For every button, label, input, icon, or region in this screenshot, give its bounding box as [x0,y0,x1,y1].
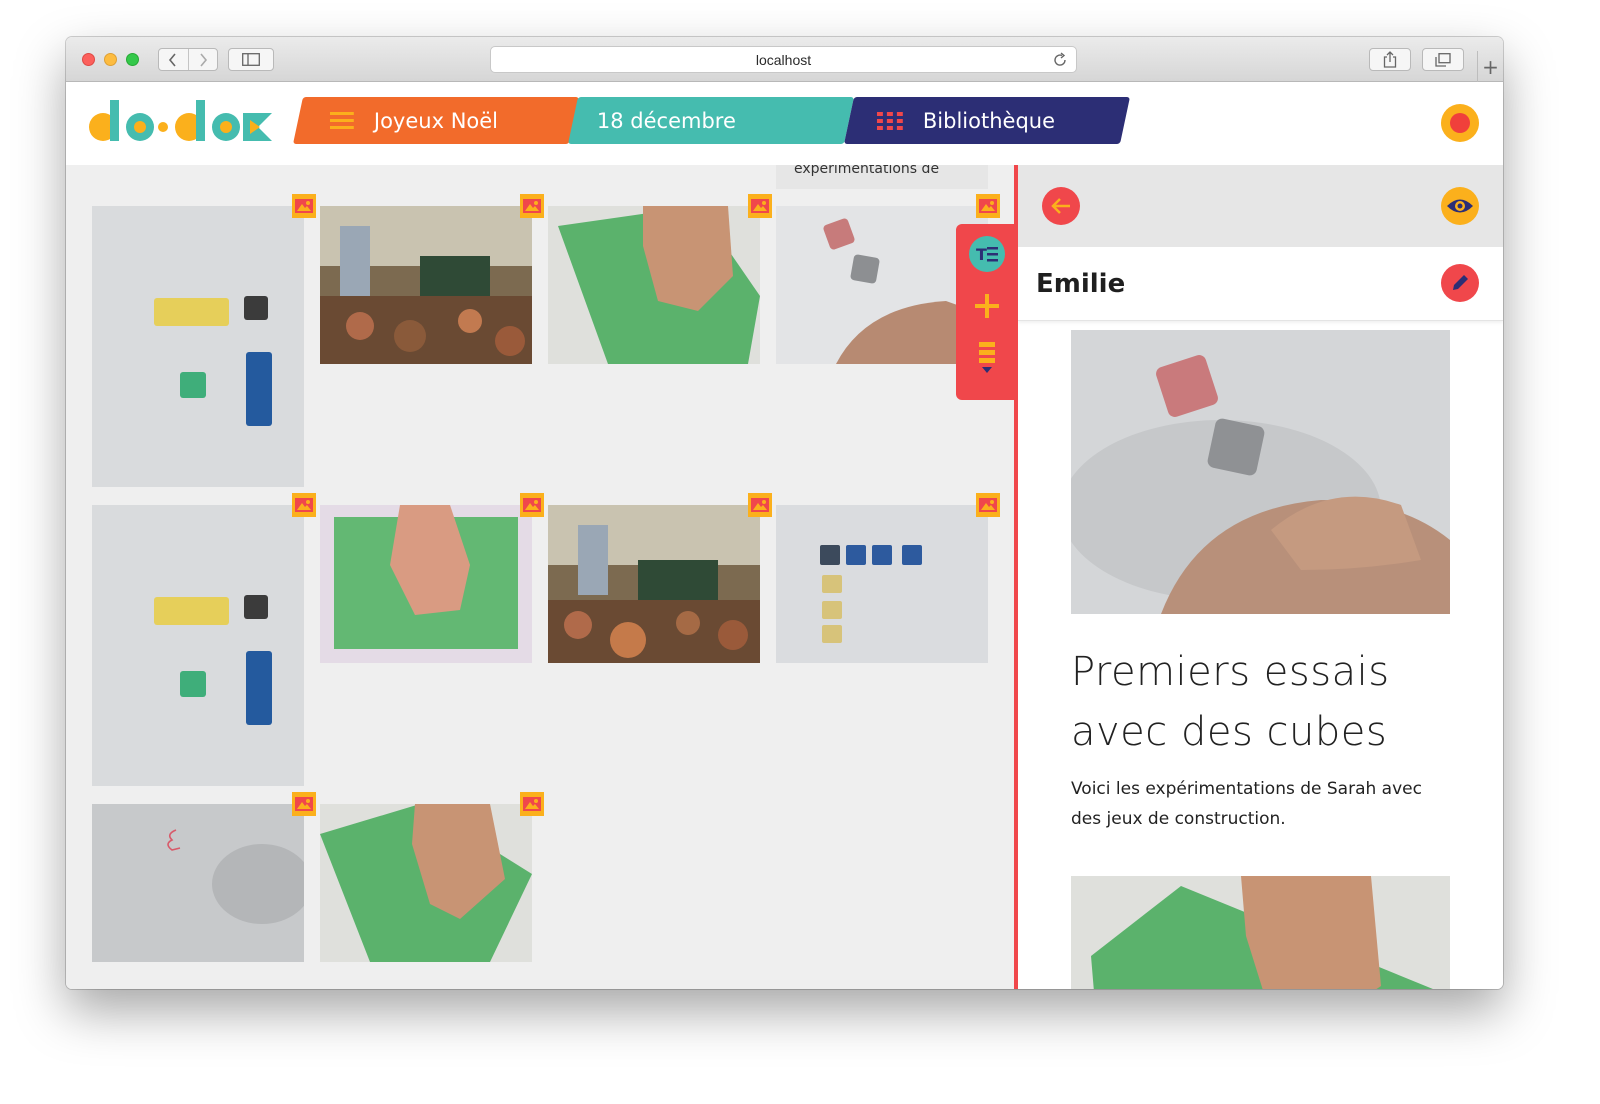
plus-icon [975,294,999,318]
partial-caption-card[interactable]: expérimentations de [776,165,988,189]
image-type-icon [292,493,316,517]
tab-library[interactable]: Bibliothèque [844,97,1130,144]
preview-button[interactable] [1441,187,1479,225]
image-type-icon [748,194,772,218]
forward-button[interactable] [187,49,218,70]
chevron-left-icon [169,52,176,67]
media-grid: expérimentations de [66,165,1014,989]
image-type-icon [520,194,544,218]
photo-cubes-on-table [92,206,304,487]
minimize-window-button[interactable] [104,53,117,66]
tab-library-label: Bibliothèque [923,108,1056,133]
add-media-button[interactable] [956,294,1018,318]
image-type-icon [520,792,544,816]
publication-title: Premiers essais avec des cubes [1071,649,1390,755]
back-button[interactable] [1042,187,1080,225]
tabs-overview-button[interactable] [1422,48,1464,71]
browser-window: localhost + Joyeux Noël 18 décembre Bibl… [66,37,1503,989]
publication-image-hand-green-paper[interactable] [1071,876,1450,989]
author-bar: Emilie [1018,247,1503,321]
image-type-icon [748,493,772,517]
share-icon [1383,51,1397,68]
publication-text: Voici les expérimentations de Sarah avec… [1071,779,1422,829]
side-toolbar: T [956,224,1018,400]
browser-titlebar: localhost + [66,37,1503,82]
media-tile[interactable] [776,505,988,663]
user-dot-icon [1450,113,1470,133]
close-window-button[interactable] [82,53,95,66]
app-header: Joyeux Noël 18 décembre Bibliothèque [66,82,1503,165]
image-type-icon [976,194,1000,218]
pencil-icon [1453,275,1468,290]
image-type-icon [520,493,544,517]
media-tile[interactable] [92,804,304,962]
tab-date[interactable]: 18 décembre [568,97,854,144]
media-tile[interactable] [548,505,760,663]
sidebar-toggle-button[interactable] [228,48,274,71]
media-tile[interactable] [92,206,304,487]
add-text-button[interactable]: T [956,236,1018,272]
media-tile[interactable] [548,206,760,364]
partial-caption-text: expérimentations de [794,165,940,177]
photo-cubes-on-table [92,505,304,786]
text-icon: T [969,236,1005,272]
panel-toolbar [1018,165,1503,247]
media-tile[interactable] [92,505,304,786]
photo-hand-green-paper [548,206,760,364]
arrow-left-icon [1051,198,1070,214]
tab-date-label: 18 décembre [597,108,736,133]
back-button[interactable] [159,49,188,70]
plus-icon: + [1482,54,1499,79]
sidebar-icon [242,53,260,66]
tabs-icon [1435,52,1451,67]
hamburger-icon [330,111,354,129]
photo-classroom [548,505,760,663]
publication-panel: Emilie Premiers essais avec des cubes Vo… [1018,165,1503,989]
media-tile[interactable] [320,505,532,663]
author-name: Emilie [1036,269,1126,299]
edit-button[interactable] [1441,264,1479,302]
image-type-icon [976,493,1000,517]
tab-project-label: Joyeux Noël [374,108,499,133]
reload-icon[interactable] [1052,52,1068,68]
url-text: localhost [755,51,812,68]
new-tab-button[interactable]: + [1477,51,1503,82]
photo-hand-green-paper [320,804,532,962]
media-tile[interactable] [320,206,532,364]
eye-icon [1447,199,1473,213]
dodok-logo[interactable] [88,95,273,145]
photo-hand-on-green-sheet [320,505,532,663]
image-type-icon [292,194,316,218]
publication-content: Premiers essais avec des cubes Voici les… [1061,330,1450,989]
grid-icon [877,111,903,130]
media-tile[interactable] [320,804,532,962]
list-icon [979,342,995,373]
history-buttons [158,48,218,71]
svg-text:T: T [976,245,987,264]
address-bar[interactable]: localhost [490,46,1077,73]
list-view-button[interactable] [956,342,1018,376]
image-type-icon [292,792,316,816]
zoom-window-button[interactable] [126,53,139,66]
user-avatar[interactable] [1441,104,1479,142]
photo-grey-sheet [92,804,304,962]
chevron-right-icon [200,52,207,67]
share-button[interactable] [1369,48,1411,71]
tab-project[interactable]: Joyeux Noël [293,97,579,144]
photo-cube-rows [776,505,988,663]
photo-classroom [320,206,532,364]
publication-image-cubes[interactable] [1061,330,1450,614]
